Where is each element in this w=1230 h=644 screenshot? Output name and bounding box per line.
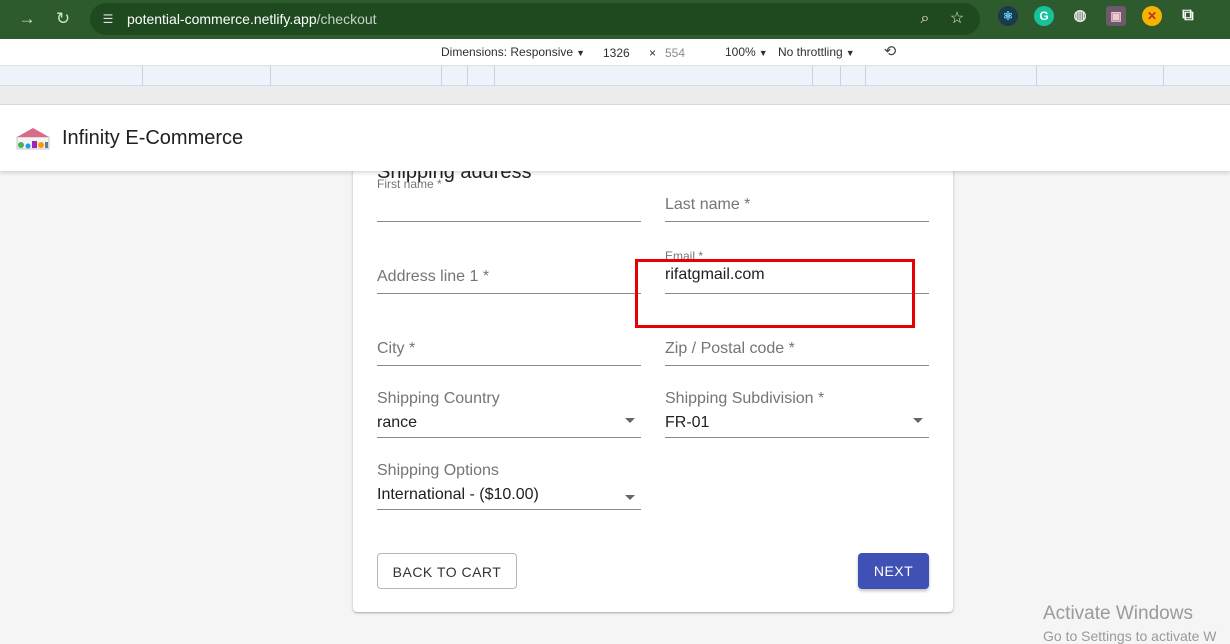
shipping-country-label: Shipping Country xyxy=(377,390,500,407)
shipping-country-select[interactable]: Shipping Country rance xyxy=(377,390,641,438)
address-line1-field[interactable]: Address line 1 * xyxy=(377,246,641,294)
shipping-options-value[interactable]: International - ($10.00) xyxy=(377,486,539,504)
chevron-down-icon[interactable] xyxy=(625,495,635,500)
shipping-subdivision-label: Shipping Subdivision * xyxy=(665,390,825,407)
bookmark-star-icon[interactable]: ☆ xyxy=(946,8,968,30)
app-header: Infinity E-Commerce xyxy=(0,105,1230,171)
globe-extension-icon[interactable]: ◍ xyxy=(1070,6,1090,26)
watermark-line2: Go to Settings to activate W xyxy=(1043,628,1217,644)
first-name-field[interactable]: First name * xyxy=(377,174,641,222)
rotate-icon[interactable]: ⟲ xyxy=(880,42,900,62)
shipping-options-label: Shipping Options xyxy=(377,462,499,479)
zip-field[interactable]: Zip / Postal code * xyxy=(665,318,929,366)
back-to-cart-button[interactable]: BACK TO CART xyxy=(377,553,517,589)
forward-icon[interactable]: → xyxy=(14,6,40,32)
chevron-down-icon[interactable] xyxy=(625,418,635,423)
url-text: potential-commerce.netlify.app/checkout xyxy=(127,11,377,27)
media-query-ruler xyxy=(0,66,1230,86)
next-button[interactable]: NEXT xyxy=(858,553,929,589)
viewport-width-input[interactable]: 1326 xyxy=(600,43,644,62)
throttling-dropdown[interactable]: No throttling ▼ xyxy=(778,45,855,59)
windows-activation-watermark: Activate Windows Go to Settings to activ… xyxy=(1043,603,1217,644)
site-settings-icon[interactable]: ☰ xyxy=(100,11,116,27)
reload-icon[interactable]: ↻ xyxy=(50,6,76,32)
shipping-country-value[interactable]: rance xyxy=(377,414,417,432)
watermark-line1: Activate Windows xyxy=(1043,603,1193,624)
shipping-options-select[interactable]: Shipping Options International - ($10.00… xyxy=(377,462,641,510)
address-bar[interactable]: ☰ potential-commerce.netlify.app/checkou… xyxy=(90,3,980,35)
chevron-down-icon[interactable] xyxy=(913,418,923,423)
device-toolbar: Dimensions: Responsive ▼ 1326 × 554 100% ▼… xyxy=(0,39,1230,66)
react-devtools-extension-icon[interactable]: ⚛ xyxy=(998,6,1018,26)
browser-toolbar: → ↻ ☰ potential-commerce.netlify.app/che… xyxy=(0,0,1230,39)
times-symbol: × xyxy=(649,46,657,60)
checkout-page: Shipping address First name * Last name … xyxy=(0,171,1230,644)
viewport-height-input[interactable]: 554 xyxy=(662,43,706,62)
address-line1-label: Address line 1 * xyxy=(377,268,490,285)
zip-label: Zip / Postal code * xyxy=(665,340,795,357)
dimensions-dropdown[interactable]: Dimensions: Responsive ▼ xyxy=(441,45,585,59)
city-label: City * xyxy=(377,340,416,357)
grammarly-extension-icon[interactable]: G xyxy=(1034,6,1054,26)
last-name-label: Last name * xyxy=(665,196,751,213)
blocker-extension-icon[interactable]: ✕ xyxy=(1142,6,1162,26)
zoom-search-icon[interactable]: ⌕ xyxy=(914,8,936,30)
city-field[interactable]: City * xyxy=(377,318,641,366)
zoom-dropdown[interactable]: 100% ▼ xyxy=(725,45,768,59)
app-title[interactable]: Infinity E-Commerce xyxy=(62,127,243,150)
extension-icon[interactable]: ▣ xyxy=(1106,6,1126,26)
checkout-card: Shipping address First name * Last name … xyxy=(353,171,953,612)
ruler-spacer xyxy=(0,86,1230,105)
first-name-label: First name * xyxy=(377,177,442,191)
shipping-subdivision-value[interactable]: FR-01 xyxy=(665,414,709,432)
shipping-subdivision-select[interactable]: Shipping Subdivision * FR-01 xyxy=(665,390,929,438)
extensions-puzzle-icon[interactable]: ⧉ xyxy=(1178,6,1198,26)
last-name-field[interactable]: Last name * xyxy=(665,174,929,222)
store-logo-icon[interactable] xyxy=(14,125,52,153)
